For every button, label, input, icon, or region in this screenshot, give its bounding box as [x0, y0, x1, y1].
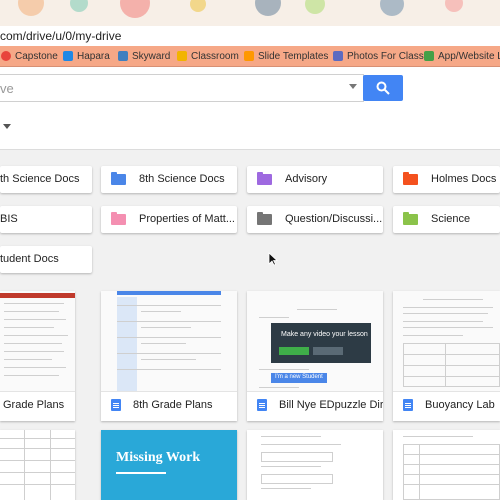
- decor-dot: [18, 0, 44, 16]
- file-thumbnail: [0, 291, 75, 392]
- edpuzzle-banner: Make any video your lesson: [271, 323, 371, 363]
- hapara-icon: [63, 51, 73, 61]
- missing-work-title: Missing Work: [116, 450, 201, 465]
- folder-label: Properties of Matt...: [139, 213, 235, 225]
- google-docs-icon: [403, 399, 413, 411]
- folder-icon: [257, 172, 272, 185]
- file-card[interactable]: [247, 430, 383, 500]
- decor-dot: [445, 0, 463, 12]
- sheet-icon: [424, 51, 434, 61]
- bookmark-label: Hapara: [77, 50, 110, 62]
- file-thumbnail: [101, 291, 237, 392]
- folder-label: Science: [431, 213, 471, 225]
- bookmark-app-website[interactable]: App/Website Li: [424, 49, 500, 63]
- file-thumbnail: Make any video your lesson I'm a new Stu…: [247, 291, 383, 392]
- file-card[interactable]: [0, 430, 75, 500]
- google-docs-icon: [257, 399, 267, 411]
- bookmark-label: Capstone: [15, 50, 58, 62]
- folder-item[interactable]: Properties of Matt...: [101, 206, 237, 233]
- file-thumbnail: [393, 291, 500, 392]
- banner-text: Make any video your lesson: [281, 331, 368, 338]
- browser-top-decoration: [0, 0, 500, 26]
- decor-dot: [255, 0, 281, 16]
- folder-label: Holmes Docs: [431, 173, 497, 185]
- slides-icon: [244, 51, 254, 61]
- decor-dot: [70, 0, 88, 12]
- button-text: I'm a new Student: [275, 374, 323, 380]
- folder-item[interactable]: Advisory: [247, 166, 383, 193]
- photos-icon: [333, 51, 343, 61]
- google-docs-icon: [111, 399, 121, 411]
- file-card[interactable]: [393, 430, 500, 500]
- folder-item[interactable]: BIS: [0, 206, 92, 233]
- bookmark-label: App/Website Li: [438, 50, 500, 62]
- folder-item[interactable]: Holmes Docs: [393, 166, 500, 193]
- bookmark-label: Photos For Class: [347, 50, 424, 62]
- bookmark-classroom[interactable]: Classroom: [177, 49, 239, 63]
- folder-item[interactable]: th Science Docs: [0, 166, 92, 193]
- folder-icon: [403, 172, 418, 185]
- folder-icon: [111, 172, 126, 185]
- search-icon: [376, 81, 390, 95]
- folder-icon: [257, 212, 272, 225]
- folder-item[interactable]: Question/Discussi...: [247, 206, 383, 233]
- bookmark-capstone[interactable]: Capstone: [1, 49, 58, 63]
- file-card[interactable]: Make any video your lesson I'm a new Stu…: [247, 291, 383, 421]
- bookmark-skyward[interactable]: Skyward: [118, 49, 170, 63]
- folder-label: Question/Discussi...: [285, 213, 383, 225]
- url-text[interactable]: com/drive/u/0/my-drive: [0, 29, 121, 43]
- capstone-icon: [1, 51, 11, 61]
- decor-dot: [305, 0, 325, 14]
- search-options-icon[interactable]: [349, 84, 357, 89]
- folder-label: tudent Docs: [0, 253, 59, 265]
- bookmark-slide-templates[interactable]: Slide Templates: [244, 49, 328, 63]
- bookmark-hapara[interactable]: Hapara: [63, 49, 110, 63]
- decor-dot: [120, 0, 150, 18]
- folder-label: 8th Science Docs: [139, 173, 225, 185]
- classroom-icon: [177, 51, 187, 61]
- folder-label: Advisory: [285, 173, 328, 185]
- thumb-header: [0, 293, 75, 298]
- folder-icon: [111, 212, 126, 225]
- folder-label: th Science Docs: [0, 173, 80, 185]
- mouse-cursor-icon: [268, 252, 278, 266]
- file-name: Grade Plans: [3, 399, 65, 411]
- drive-header: ve: [0, 67, 500, 150]
- folder-item[interactable]: tudent Docs: [0, 246, 92, 273]
- address-bar[interactable]: com/drive/u/0/my-drive: [0, 26, 500, 47]
- file-name: 8th Grade Plans: [133, 399, 213, 411]
- search-button[interactable]: [363, 75, 403, 101]
- file-card[interactable]: Missing Work: [101, 430, 237, 500]
- bookmarks-bar: Capstone Hapara Skyward Classroom Slide …: [0, 46, 500, 67]
- decor-dot: [190, 0, 206, 12]
- search-box[interactable]: ve: [0, 74, 364, 102]
- folder-icon: [403, 212, 418, 225]
- folder-item[interactable]: 8th Science Docs: [101, 166, 237, 193]
- student-button: I'm a new Student: [271, 373, 327, 383]
- search-input[interactable]: ve: [0, 81, 14, 96]
- file-card[interactable]: Buoyancy Lab: [393, 291, 500, 421]
- folder-item[interactable]: Science: [393, 206, 500, 233]
- file-name: Bill Nye EDpuzzle Dir...: [279, 399, 383, 411]
- bookmark-label: Classroom: [191, 50, 239, 62]
- bookmark-label: Skyward: [132, 50, 171, 62]
- skyward-icon: [118, 51, 128, 61]
- file-name: Buoyancy Lab: [425, 399, 495, 411]
- decor-dot: [380, 0, 404, 16]
- file-card[interactable]: 8th Grade Plans: [101, 291, 237, 421]
- dropdown-arrow-icon[interactable]: [3, 124, 11, 129]
- file-card[interactable]: Grade Plans: [0, 291, 75, 421]
- bookmark-photos-for-class[interactable]: Photos For Class: [333, 49, 424, 63]
- bookmark-label: Slide Templates: [258, 50, 329, 62]
- folder-label: BIS: [0, 213, 18, 225]
